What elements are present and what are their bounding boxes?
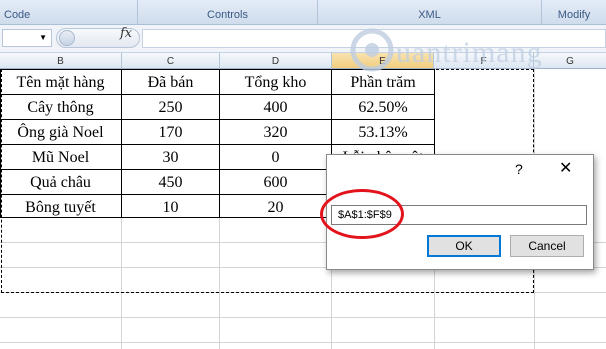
close-icon[interactable]: ✕ xyxy=(559,158,572,178)
watermark-logo-icon xyxy=(350,28,394,72)
cancel-button[interactable]: Cancel xyxy=(510,235,584,257)
insert-function-icon[interactable]: fx xyxy=(120,26,132,41)
ok-button[interactable]: OK xyxy=(427,235,501,257)
grid-line xyxy=(0,317,606,318)
annotation-circle xyxy=(320,189,404,239)
ribbon-group-controls: Controls xyxy=(138,0,318,24)
watermark-text: uantrimang xyxy=(396,36,543,69)
expander-knob-icon[interactable] xyxy=(59,30,75,46)
column-header-c[interactable]: C xyxy=(122,53,220,69)
dropdown-arrow-icon[interactable]: ▼ xyxy=(39,33,47,42)
ribbon-group-xml: XML xyxy=(318,0,542,24)
help-icon[interactable]: ? xyxy=(515,161,523,177)
ribbon-group-code: Code xyxy=(0,0,138,24)
name-box[interactable]: ▼ xyxy=(2,29,52,47)
watermark: uantrimang xyxy=(348,22,588,78)
ribbon-group-modify: Modify xyxy=(557,9,591,21)
column-header-b[interactable]: B xyxy=(0,53,122,69)
grid-line xyxy=(0,342,606,343)
column-header-d[interactable]: D xyxy=(220,53,332,69)
